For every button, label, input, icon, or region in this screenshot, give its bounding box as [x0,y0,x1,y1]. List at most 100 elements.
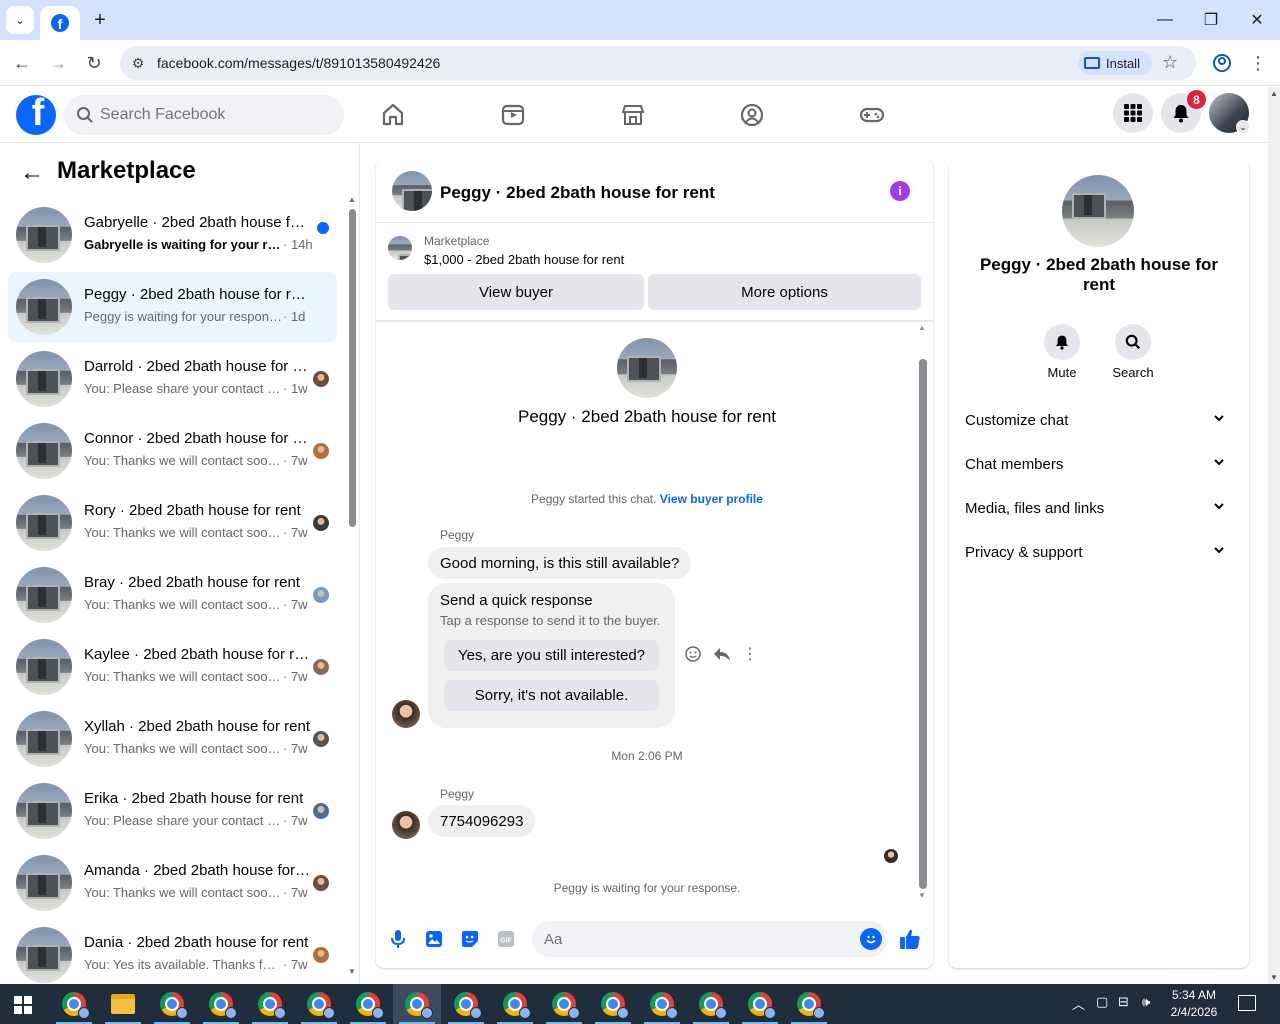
message-input[interactable] [544,921,844,957]
listing-small-thumbnail[interactable] [388,236,412,260]
taskbar-chrome-window[interactable] [197,984,245,1024]
chat-scrollbar[interactable]: ▲ ▼ [918,323,928,900]
back-button[interactable]: ← [10,51,34,75]
list-scroll-down-icon[interactable]: ▼ [348,967,356,976]
browser-menu-icon[interactable]: ⋮ [1246,51,1270,75]
close-window-button[interactable]: ✕ [1242,8,1272,32]
microphone-icon[interactable] [387,928,409,950]
gif-icon[interactable]: GIF [495,928,517,950]
facebook-search[interactable] [64,95,344,135]
taskbar-chrome-window[interactable] [687,984,735,1024]
message-bubble[interactable]: 7754096293 [428,805,536,837]
privacy-support-section[interactable]: Privacy & support [957,532,1241,572]
minimize-button[interactable]: — [1150,8,1180,32]
taskbar-chrome-window[interactable] [344,984,392,1024]
chat-scroll-down-icon[interactable]: ▼ [918,891,926,900]
mute-bell-icon[interactable] [1044,324,1080,360]
conversation-item[interactable]: Amanda · 2bed 2bath house for rent You: T… [8,848,337,918]
network-icon[interactable]: ⊟ [1118,994,1129,1010]
taskbar-chrome-window[interactable] [246,984,294,1024]
windows-start-icon[interactable] [14,996,32,1014]
customize-chat-section[interactable]: Customize chat [957,400,1241,440]
conversation-item[interactable]: Peggy · 2bed 2bath house for rent Peggy i… [8,272,337,342]
chat-scroll-thumb[interactable] [919,359,927,889]
sticker-icon[interactable] [459,928,481,950]
new-tab-button[interactable]: + [88,8,112,32]
conversation-item[interactable]: Darrold · 2bed 2bath house for rent You: … [8,344,337,414]
taskbar-clock[interactable]: 5:34 AM 2/4/2026 [1166,987,1222,1021]
groups-icon[interactable] [738,101,766,129]
conversation-item[interactable]: Rory · 2bed 2bath house for rent You: Tha… [8,488,337,558]
taskbar-chrome-window[interactable] [442,984,490,1024]
account-chevron-down-icon[interactable]: ⌄ [1236,120,1250,134]
search-chat-icon[interactable] [1115,324,1151,360]
url-text[interactable]: facebook.com/messages/t/891013580492426 [157,55,440,71]
conversation-item[interactable]: Kaylee · 2bed 2bath house for rent You: T… [8,632,337,702]
react-emoji-icon[interactable] [684,645,702,663]
taskbar-chrome-window[interactable] [785,984,833,1024]
tab-search-dropdown[interactable]: ⌄ [6,6,34,34]
list-scroll-up-icon[interactable]: ▲ [348,195,356,204]
list-scrollbar[interactable]: ▲ ▼ [347,195,357,976]
message-composer[interactable] [532,921,888,957]
taskbar-chrome-window[interactable] [736,984,784,1024]
forward-button[interactable]: → [46,51,70,75]
details-listing-image[interactable] [1062,175,1134,247]
video-icon[interactable] [499,101,527,129]
view-buyer-button[interactable]: View buyer [388,274,644,310]
volume-icon[interactable]: 🕪 [1142,994,1150,1010]
scroll-up-arrow-icon[interactable]: ▲ [1270,89,1278,98]
taskbar-chrome-window[interactable] [50,984,98,1024]
browser-tab-facebook[interactable]: f [40,6,80,40]
conversation-item[interactable]: Erika · 2bed 2bath house for rent You: Pl… [8,776,337,846]
message-bubble[interactable]: Good morning, is this still available? [428,547,692,579]
conversation-item[interactable]: Connor · 2bed 2bath house for rent You: T… [8,416,337,486]
taskbar-chrome-window[interactable] [393,984,441,1024]
taskbar-file-explorer[interactable] [99,984,147,1024]
listing-thumbnail[interactable] [392,171,432,211]
taskbar-chrome-window[interactable] [589,984,637,1024]
thumbs-up-icon[interactable] [899,928,921,950]
install-app-button[interactable]: Install [1078,51,1152,75]
buyer-avatar[interactable] [392,700,420,728]
quick-response-sorry-button[interactable]: Sorry, it's not available. [444,680,659,711]
more-actions-icon[interactable]: ⋮ [741,645,759,663]
gaming-icon[interactable] [858,101,886,129]
taskbar-chrome-window[interactable] [540,984,588,1024]
conversation-item[interactable]: Bray · 2bed 2bath house for rent You: Tha… [8,560,337,630]
intro-listing-image[interactable] [617,338,677,398]
media-files-links-section[interactable]: Media, files and links [957,488,1241,528]
chat-title[interactable]: Peggy · 2bed 2bath house for rent [440,183,715,203]
taskbar-chrome-window[interactable] [295,984,343,1024]
taskbar-chrome-window[interactable] [638,984,686,1024]
marketplace-icon[interactable] [619,101,647,129]
site-info-icon[interactable]: ⚙ [128,53,148,73]
search-input[interactable] [100,95,330,135]
action-center-icon[interactable] [1238,995,1256,1011]
restore-button[interactable]: ❐ [1196,8,1226,32]
photo-icon[interactable] [423,928,445,950]
view-buyer-profile-link[interactable]: View buyer profile [660,492,763,506]
quick-response-yes-button[interactable]: Yes, are you still interested? [444,640,659,671]
buyer-avatar[interactable] [392,811,420,839]
page-scrollbar[interactable]: ▲ ▼ [1268,87,1280,984]
conversation-item[interactable]: Dania · 2bed 2bath house for rent You: Ye… [8,920,337,990]
chat-members-section[interactable]: Chat members [957,444,1241,484]
meet-now-icon[interactable]: ▢ [1096,994,1108,1010]
emoji-icon[interactable] [860,928,882,950]
conversation-item[interactable]: Gabryelle · 2bed 2bath house for rent Gab… [8,200,337,270]
chat-scroll-up-icon[interactable]: ▲ [918,323,926,332]
taskbar-chrome-window[interactable] [491,984,539,1024]
bookmark-star-icon[interactable]: ☆ [1162,52,1178,73]
menu-grid-icon[interactable] [1113,93,1153,133]
more-options-button[interactable]: More options [648,274,921,310]
taskbar-chrome-window[interactable] [148,984,196,1024]
conversation-item[interactable]: Xyllah · 2bed 2bath house for rent You: T… [8,704,337,774]
back-arrow-icon[interactable]: ← [20,159,44,187]
home-icon[interactable] [379,101,407,129]
list-scroll-thumb[interactable] [349,209,356,527]
scroll-down-arrow-icon[interactable]: ▼ [1270,973,1278,982]
profile-icon[interactable] [1210,51,1234,75]
listing-title[interactable]: $1,000 - 2bed 2bath house for rent [424,252,624,267]
reload-button[interactable]: ↻ [82,51,106,75]
